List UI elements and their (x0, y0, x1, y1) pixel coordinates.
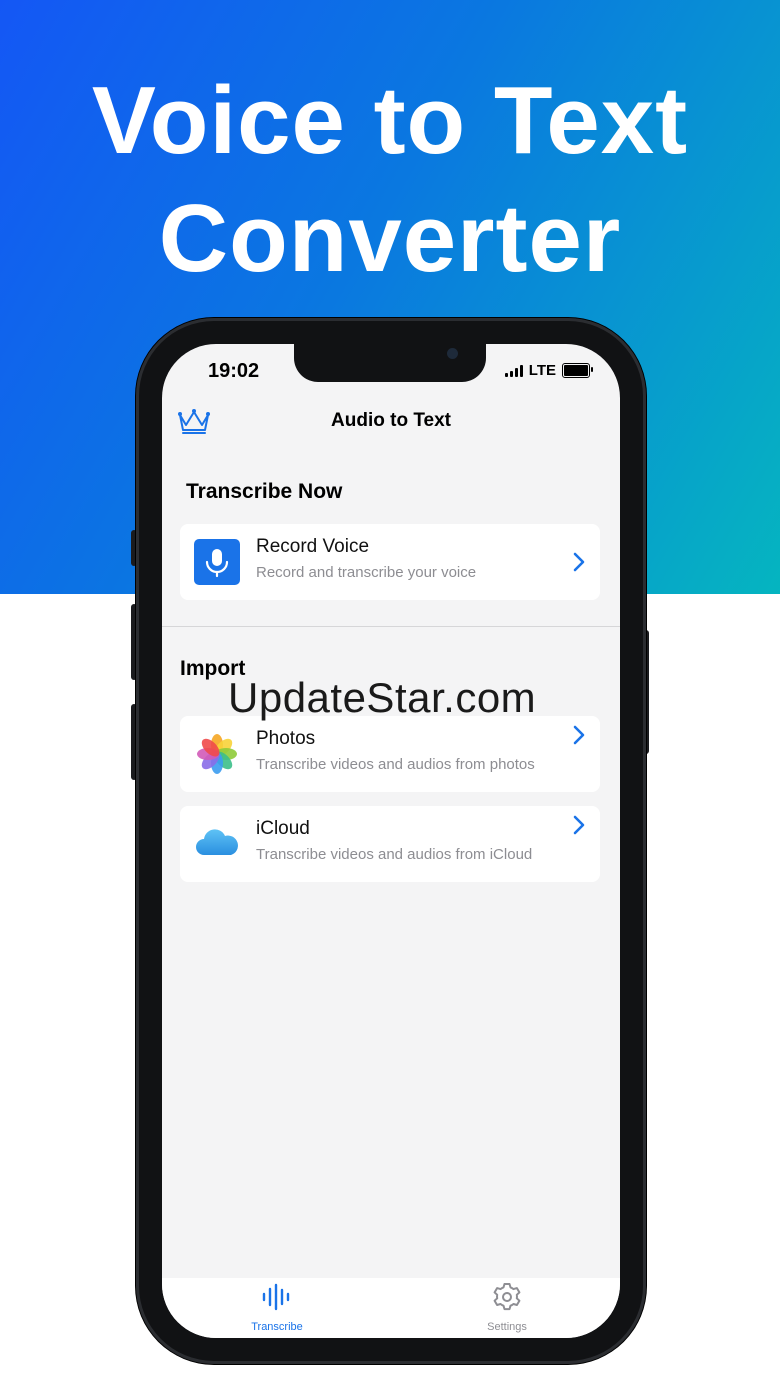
promo-headline: Voice to Text Converter (0, 62, 780, 298)
headline-line-2: Converter (158, 185, 622, 292)
icloud-icon (196, 829, 238, 855)
photos-icon (197, 734, 237, 774)
chevron-right-icon (573, 815, 585, 835)
icloud-subtitle: Transcribe videos and audios from iCloud (256, 846, 533, 863)
transcribe-section-title: Transcribe Now (186, 480, 343, 503)
watermark-text: UpdateStar.com (228, 674, 537, 721)
notch (294, 344, 486, 382)
status-time: 19:02 (208, 360, 260, 382)
photos-title: Photos (256, 728, 316, 749)
status-indicators: LTE (504, 362, 593, 379)
network-label: LTE (528, 362, 556, 379)
record-voice-title: Record Voice (256, 536, 370, 557)
waveform-icon (262, 1283, 290, 1311)
battery-icon (562, 363, 593, 378)
signal-icon (504, 364, 523, 377)
record-voice-subtitle: Record and transcribe your voice (256, 564, 477, 581)
tab-transcribe[interactable]: Transcribe (217, 1282, 337, 1333)
tab-settings[interactable]: Settings (447, 1282, 567, 1333)
chevron-right-icon (573, 725, 585, 745)
headline-line-1: Voice to Text (91, 67, 689, 174)
tab-bar: Transcribe Settings (162, 1278, 620, 1338)
record-voice-card[interactable]: Record Voice Record and transcribe your … (180, 524, 600, 600)
icloud-title: iCloud (256, 818, 310, 839)
tab-transcribe-label: Transcribe (251, 1321, 303, 1333)
tab-settings-label: Settings (487, 1321, 527, 1333)
section-divider (162, 626, 620, 627)
import-photos-card[interactable]: Photos Transcribe videos and audios from… (180, 716, 600, 792)
import-icloud-card[interactable]: iCloud Transcribe videos and audios from… (180, 806, 600, 882)
microphone-icon (194, 539, 240, 585)
app-screen: 19:02 LTE Audio to Text Transcribe Now R… (162, 344, 620, 1338)
nav-title: Audio to Text (331, 410, 451, 431)
chevron-right-icon (573, 552, 585, 572)
gear-icon (493, 1283, 521, 1311)
photos-subtitle: Transcribe videos and audios from photos (256, 756, 535, 773)
front-camera (447, 348, 458, 359)
